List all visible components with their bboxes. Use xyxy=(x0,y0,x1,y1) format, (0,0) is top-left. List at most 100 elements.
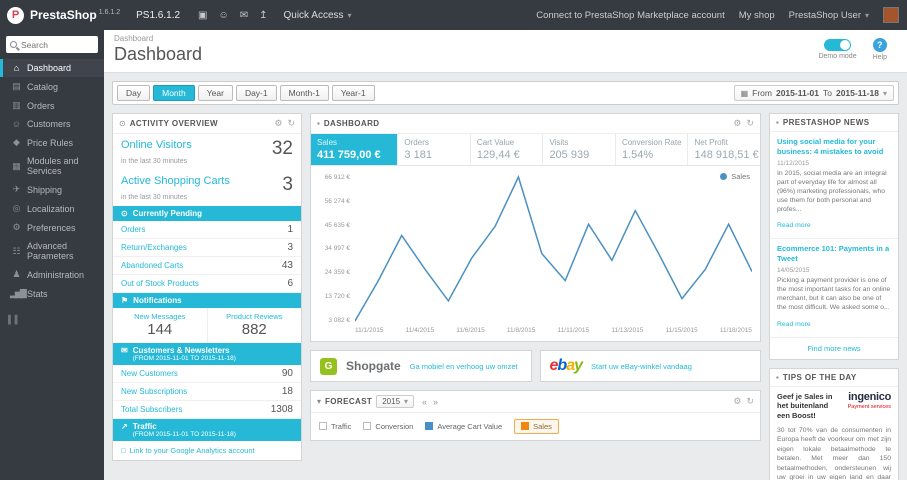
main-content: Dashboard Dashboard Demo mode ? Help Day… xyxy=(104,30,907,480)
prestashop-logo-icon[interactable]: P xyxy=(7,6,24,24)
range-year-1-button[interactable]: Year-1 xyxy=(331,85,375,101)
google-analytics-link[interactable]: □ Link to your Google Analytics account xyxy=(113,441,301,460)
rocket-icon[interactable]: ↥ xyxy=(259,10,267,21)
new-messages-cell[interactable]: New Messages 144 xyxy=(113,308,208,343)
date-range-toolbar: Day Month Year Day-1 Month-1 Year-1 ▦ Fr… xyxy=(112,81,899,105)
refresh-icon[interactable]: ↻ xyxy=(746,396,754,407)
sidebar-item-shipping[interactable]: ✈ Shipping xyxy=(0,180,104,199)
shop-name-link[interactable]: PS1.6.1.2 xyxy=(136,10,180,21)
sidebar-item-dashboard[interactable]: ⌂ Dashboard xyxy=(0,59,104,77)
forecast-year-select[interactable]: 2015 ▾ xyxy=(376,395,415,408)
next-icon[interactable]: » xyxy=(433,397,438,407)
collapse-caret-icon[interactable]: ▾ xyxy=(317,397,321,406)
active-carts-sub: in the last 30 minutes xyxy=(121,194,188,201)
news-article-title[interactable]: Ecommerce 101: Payments in a Tweet xyxy=(777,244,891,264)
search-input[interactable] xyxy=(21,39,94,50)
from-date: 2015-11-01 xyxy=(775,88,819,98)
sidebar-item-administration[interactable]: ♟ Administration xyxy=(0,265,104,284)
new-subscriptions-link[interactable]: New Subscriptions xyxy=(121,387,187,396)
marketplace-connect-link[interactable]: Connect to PrestaShop Marketplace accoun… xyxy=(536,10,725,21)
range-day-1-button[interactable]: Day-1 xyxy=(235,85,277,101)
messages-icon[interactable]: ✉ xyxy=(240,10,248,21)
news-article-date: 11/12/2015 xyxy=(777,159,810,167)
user-menu[interactable]: PrestaShop User ▾ xyxy=(789,10,869,21)
kpi-net-profit[interactable]: Net Profit 148 918,51 € xyxy=(688,134,760,165)
active-carts-link[interactable]: Active Shopping Carts xyxy=(121,175,230,187)
breadcrumb[interactable]: Dashboard xyxy=(114,34,202,43)
refresh-icon[interactable]: ↻ xyxy=(746,118,754,129)
customers-section-subtitle: (FROM 2015-11-01 TO 2015-11-18) xyxy=(132,355,236,362)
pending-section-header: ⊙ Currently Pending xyxy=(113,206,301,221)
active-carts-row: Active Shopping Carts 3 xyxy=(113,170,301,194)
gear-icon[interactable]: ⚙ xyxy=(274,118,282,129)
sidebar-item-price-rules[interactable]: ◆ Price Rules xyxy=(0,133,104,152)
administration-icon: ♟ xyxy=(12,269,20,279)
chevron-down-icon: ▾ xyxy=(347,10,352,20)
my-shop-link[interactable]: My shop xyxy=(739,10,775,21)
chevron-down-icon: ▾ xyxy=(882,88,887,98)
abandoned-carts-link[interactable]: Abandoned Carts xyxy=(121,261,183,270)
out-of-stock-link[interactable]: Out of Stock Products xyxy=(121,279,199,288)
sidebar-collapse-button[interactable]: ▌▌ xyxy=(0,303,104,336)
kpi-cart-value[interactable]: Cart Value 129,44 € xyxy=(471,134,544,165)
chart-x-axis: 11/1/2015 11/4/2015 11/6/2015 11/8/2015 … xyxy=(355,327,752,334)
ebay-link[interactable]: Start uw eBay-winkel vandaag xyxy=(591,362,692,371)
ingenico-logo: ingenico Payment services xyxy=(847,390,892,410)
help-icon[interactable]: ? xyxy=(872,38,887,52)
kpi-visits[interactable]: Visits 205 939 xyxy=(543,134,616,165)
refresh-icon[interactable]: ↻ xyxy=(287,118,295,129)
product-reviews-cell[interactable]: Product Reviews 882 xyxy=(208,308,302,343)
quick-access-menu[interactable]: Quick Access ▾ xyxy=(283,10,351,21)
user-icon[interactable]: ☺ xyxy=(218,10,228,21)
shopgate-link[interactable]: Ga mobiel en verhoog uw omzet xyxy=(410,362,518,371)
chart-legend[interactable]: Sales xyxy=(720,172,750,181)
notifications-columns: New Messages 144 Product Reviews 882 xyxy=(113,308,301,343)
sales-chart: 66 912 € 56 274 € 45 635 € 34 997 € 24 3… xyxy=(311,166,760,324)
pending-returns-link[interactable]: Return/Exchanges xyxy=(121,243,187,252)
cart-icon[interactable]: ▣ xyxy=(198,10,207,21)
search-icon xyxy=(10,41,17,48)
total-subscribers-link[interactable]: Total Subscribers xyxy=(121,405,182,414)
stats-icon: ▂▅▇ xyxy=(10,288,27,298)
range-day-button[interactable]: Day xyxy=(117,85,151,101)
news-article: Ecommerce 101: Payments in a Tweet 14/05… xyxy=(770,239,898,338)
sidebar-item-modules[interactable]: ▦ Modules and Services xyxy=(0,152,104,180)
range-year-button[interactable]: Year xyxy=(197,85,233,101)
localization-icon: ◎ xyxy=(12,203,21,213)
date-range-picker[interactable]: ▦ From 2015-11-01 To 2015-11-18 ▾ xyxy=(733,85,894,101)
sidebar-item-localization[interactable]: ◎ Localization xyxy=(0,199,104,218)
sidebar-item-stats[interactable]: ▂▅▇ Stats xyxy=(0,284,104,303)
range-month-button[interactable]: Month xyxy=(153,85,195,101)
sidebar-item-preferences[interactable]: ⚙ Preferences xyxy=(0,218,104,237)
sidebar-item-orders[interactable]: ▥ Orders xyxy=(0,96,104,115)
read-more-link[interactable]: Read more xyxy=(777,222,811,229)
ebay-promo[interactable]: ebay Start uw eBay-winkel vandaag xyxy=(539,350,761,382)
gear-icon[interactable]: ⚙ xyxy=(733,396,741,407)
notifications-section-header: ⚑ Notifications xyxy=(113,293,301,308)
find-more-news-link[interactable]: Find more news xyxy=(770,338,898,359)
demo-mode-toggle[interactable] xyxy=(824,39,852,51)
sidebar-item-catalog[interactable]: ▤ Catalog xyxy=(0,77,104,96)
pending-orders-link[interactable]: Orders xyxy=(121,225,145,234)
kpi-sales[interactable]: Sales 411 759,00 € xyxy=(311,134,399,165)
legend-traffic[interactable]: Traffic xyxy=(319,422,351,431)
gear-icon[interactable]: ⚙ xyxy=(733,118,741,129)
legend-average-cart-value[interactable]: Average Cart Value xyxy=(425,422,502,431)
online-visitors-link[interactable]: Online Visitors xyxy=(121,139,192,151)
sidebar-item-customers[interactable]: ☺ Customers xyxy=(0,115,104,133)
shopgate-promo[interactable]: G Shopgate Ga mobiel en verhoog uw omzet xyxy=(310,350,532,382)
kpi-orders[interactable]: Orders 3 181 xyxy=(398,134,471,165)
range-month-1-button[interactable]: Month-1 xyxy=(279,85,329,101)
customers-icon: ☺ xyxy=(11,119,21,129)
pending-orders-row: Orders 1 xyxy=(113,221,301,239)
avatar[interactable] xyxy=(883,7,899,23)
sidebar-item-advanced-parameters[interactable]: ☷ Advanced Parameters xyxy=(0,237,104,265)
legend-sales[interactable]: Sales xyxy=(514,419,559,434)
kpi-conversion-rate[interactable]: Conversion Rate 1.54% xyxy=(616,134,689,165)
legend-conversion[interactable]: Conversion xyxy=(363,422,413,431)
news-article-title[interactable]: Using social media for your business: 4 … xyxy=(777,137,891,157)
read-more-link[interactable]: Read more xyxy=(777,321,811,328)
chart-y-axis: 66 912 € 56 274 € 45 635 € 34 997 € 24 3… xyxy=(324,174,350,324)
new-customers-link[interactable]: New Customers xyxy=(121,369,178,378)
prev-icon[interactable]: « xyxy=(422,397,427,407)
